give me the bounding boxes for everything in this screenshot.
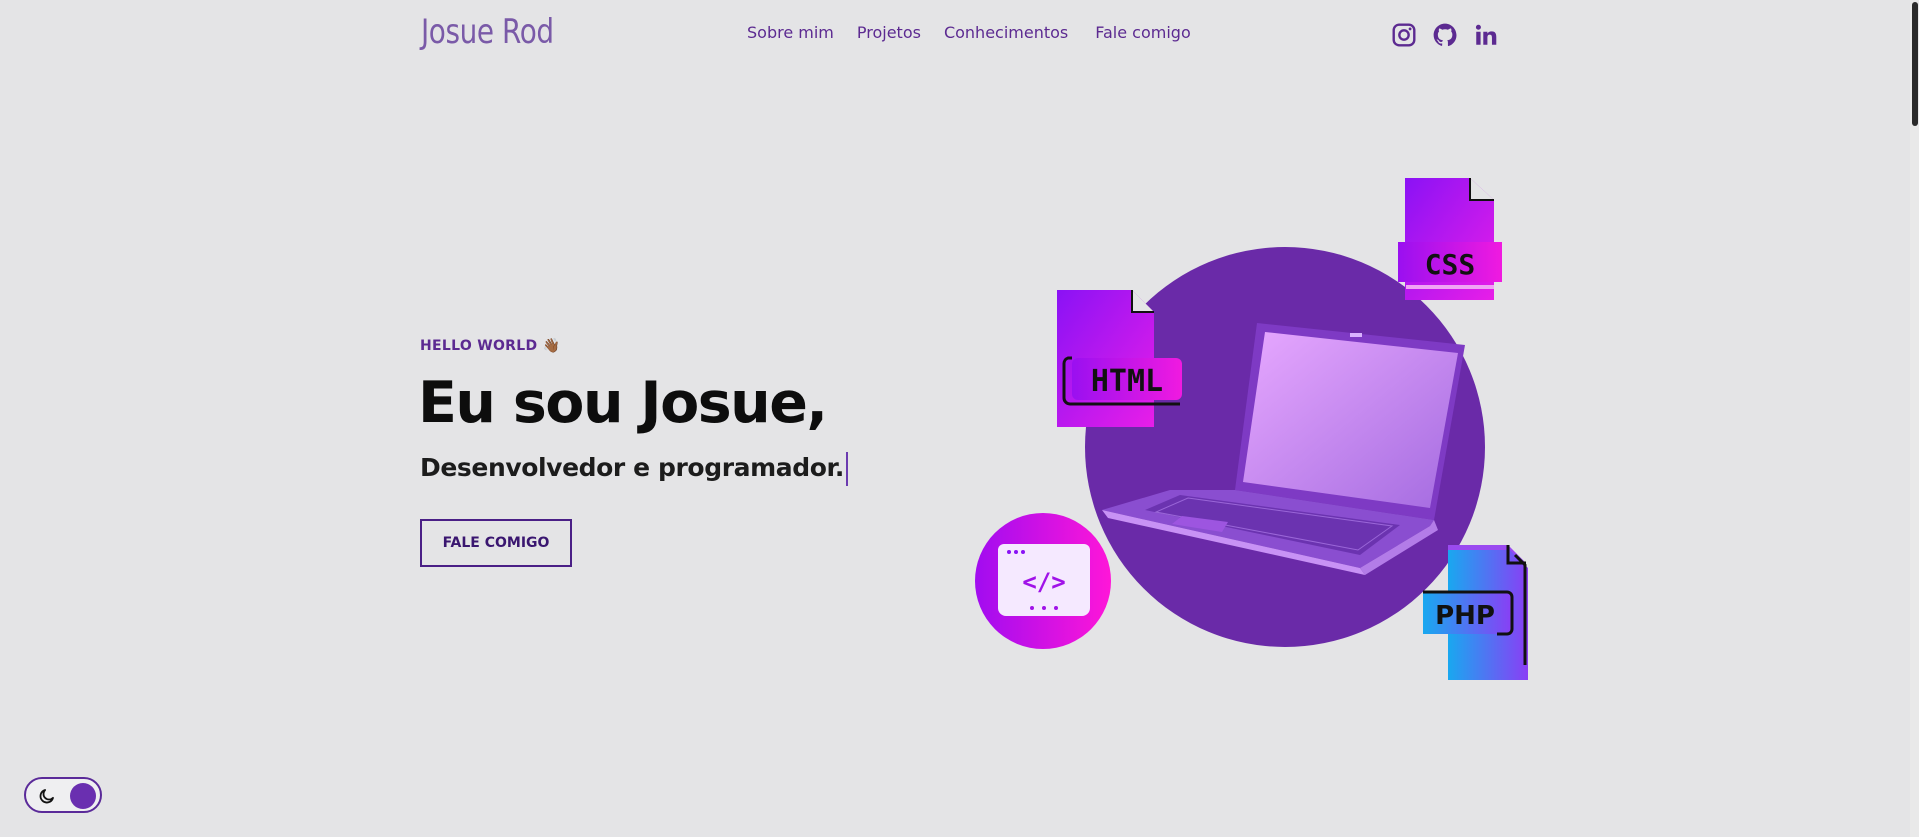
hero-subhead: Desenvolvedor e programador. bbox=[420, 452, 848, 486]
site-logo[interactable]: Josue Rod bbox=[421, 12, 554, 52]
svg-text:PHP: PHP bbox=[1435, 601, 1495, 631]
code-window-icon: </> bbox=[975, 513, 1111, 649]
fale-comigo-button[interactable]: FALE COMIGO bbox=[420, 519, 572, 567]
waving-hand-icon: 👋🏾 bbox=[542, 338, 561, 354]
nav-link-projetos[interactable]: Projetos bbox=[857, 23, 921, 42]
css-file-icon: CSS bbox=[1398, 178, 1502, 300]
hero-headline: Eu sou Josue, bbox=[418, 370, 828, 436]
nav-link-fale-comigo[interactable]: Fale comigo bbox=[1095, 23, 1190, 42]
nav-link-conhecimentos[interactable]: Conhecimentos bbox=[944, 23, 1068, 42]
typing-caret bbox=[845, 452, 848, 486]
main-nav: Sobre mim Projetos Conhecimentos Fale co… bbox=[747, 23, 1214, 42]
svg-text:</>: </> bbox=[1022, 568, 1065, 596]
linkedin-icon[interactable] bbox=[1473, 22, 1499, 48]
hero-illustration: HTML CSS </> PHP bbox=[975, 178, 1528, 680]
social-links bbox=[1391, 22, 1499, 48]
page-scrollbar[interactable] bbox=[1910, 0, 1919, 837]
instagram-icon[interactable] bbox=[1391, 22, 1417, 48]
theme-toggle[interactable] bbox=[24, 777, 102, 813]
svg-text:CSS: CSS bbox=[1425, 248, 1476, 281]
github-icon[interactable] bbox=[1432, 22, 1458, 48]
moon-icon bbox=[39, 789, 54, 804]
hero-eyebrow-text: HELLO WORLD bbox=[420, 338, 538, 354]
svg-text:HTML: HTML bbox=[1091, 364, 1163, 399]
hero-eyebrow: HELLO WORLD 👋🏾 bbox=[420, 338, 560, 354]
hero-subhead-text: Desenvolvedor e programador. bbox=[420, 453, 844, 482]
toggle-knob[interactable] bbox=[70, 783, 96, 809]
scrollbar-thumb[interactable] bbox=[1912, 2, 1918, 126]
nav-link-sobre-mim[interactable]: Sobre mim bbox=[747, 23, 834, 42]
